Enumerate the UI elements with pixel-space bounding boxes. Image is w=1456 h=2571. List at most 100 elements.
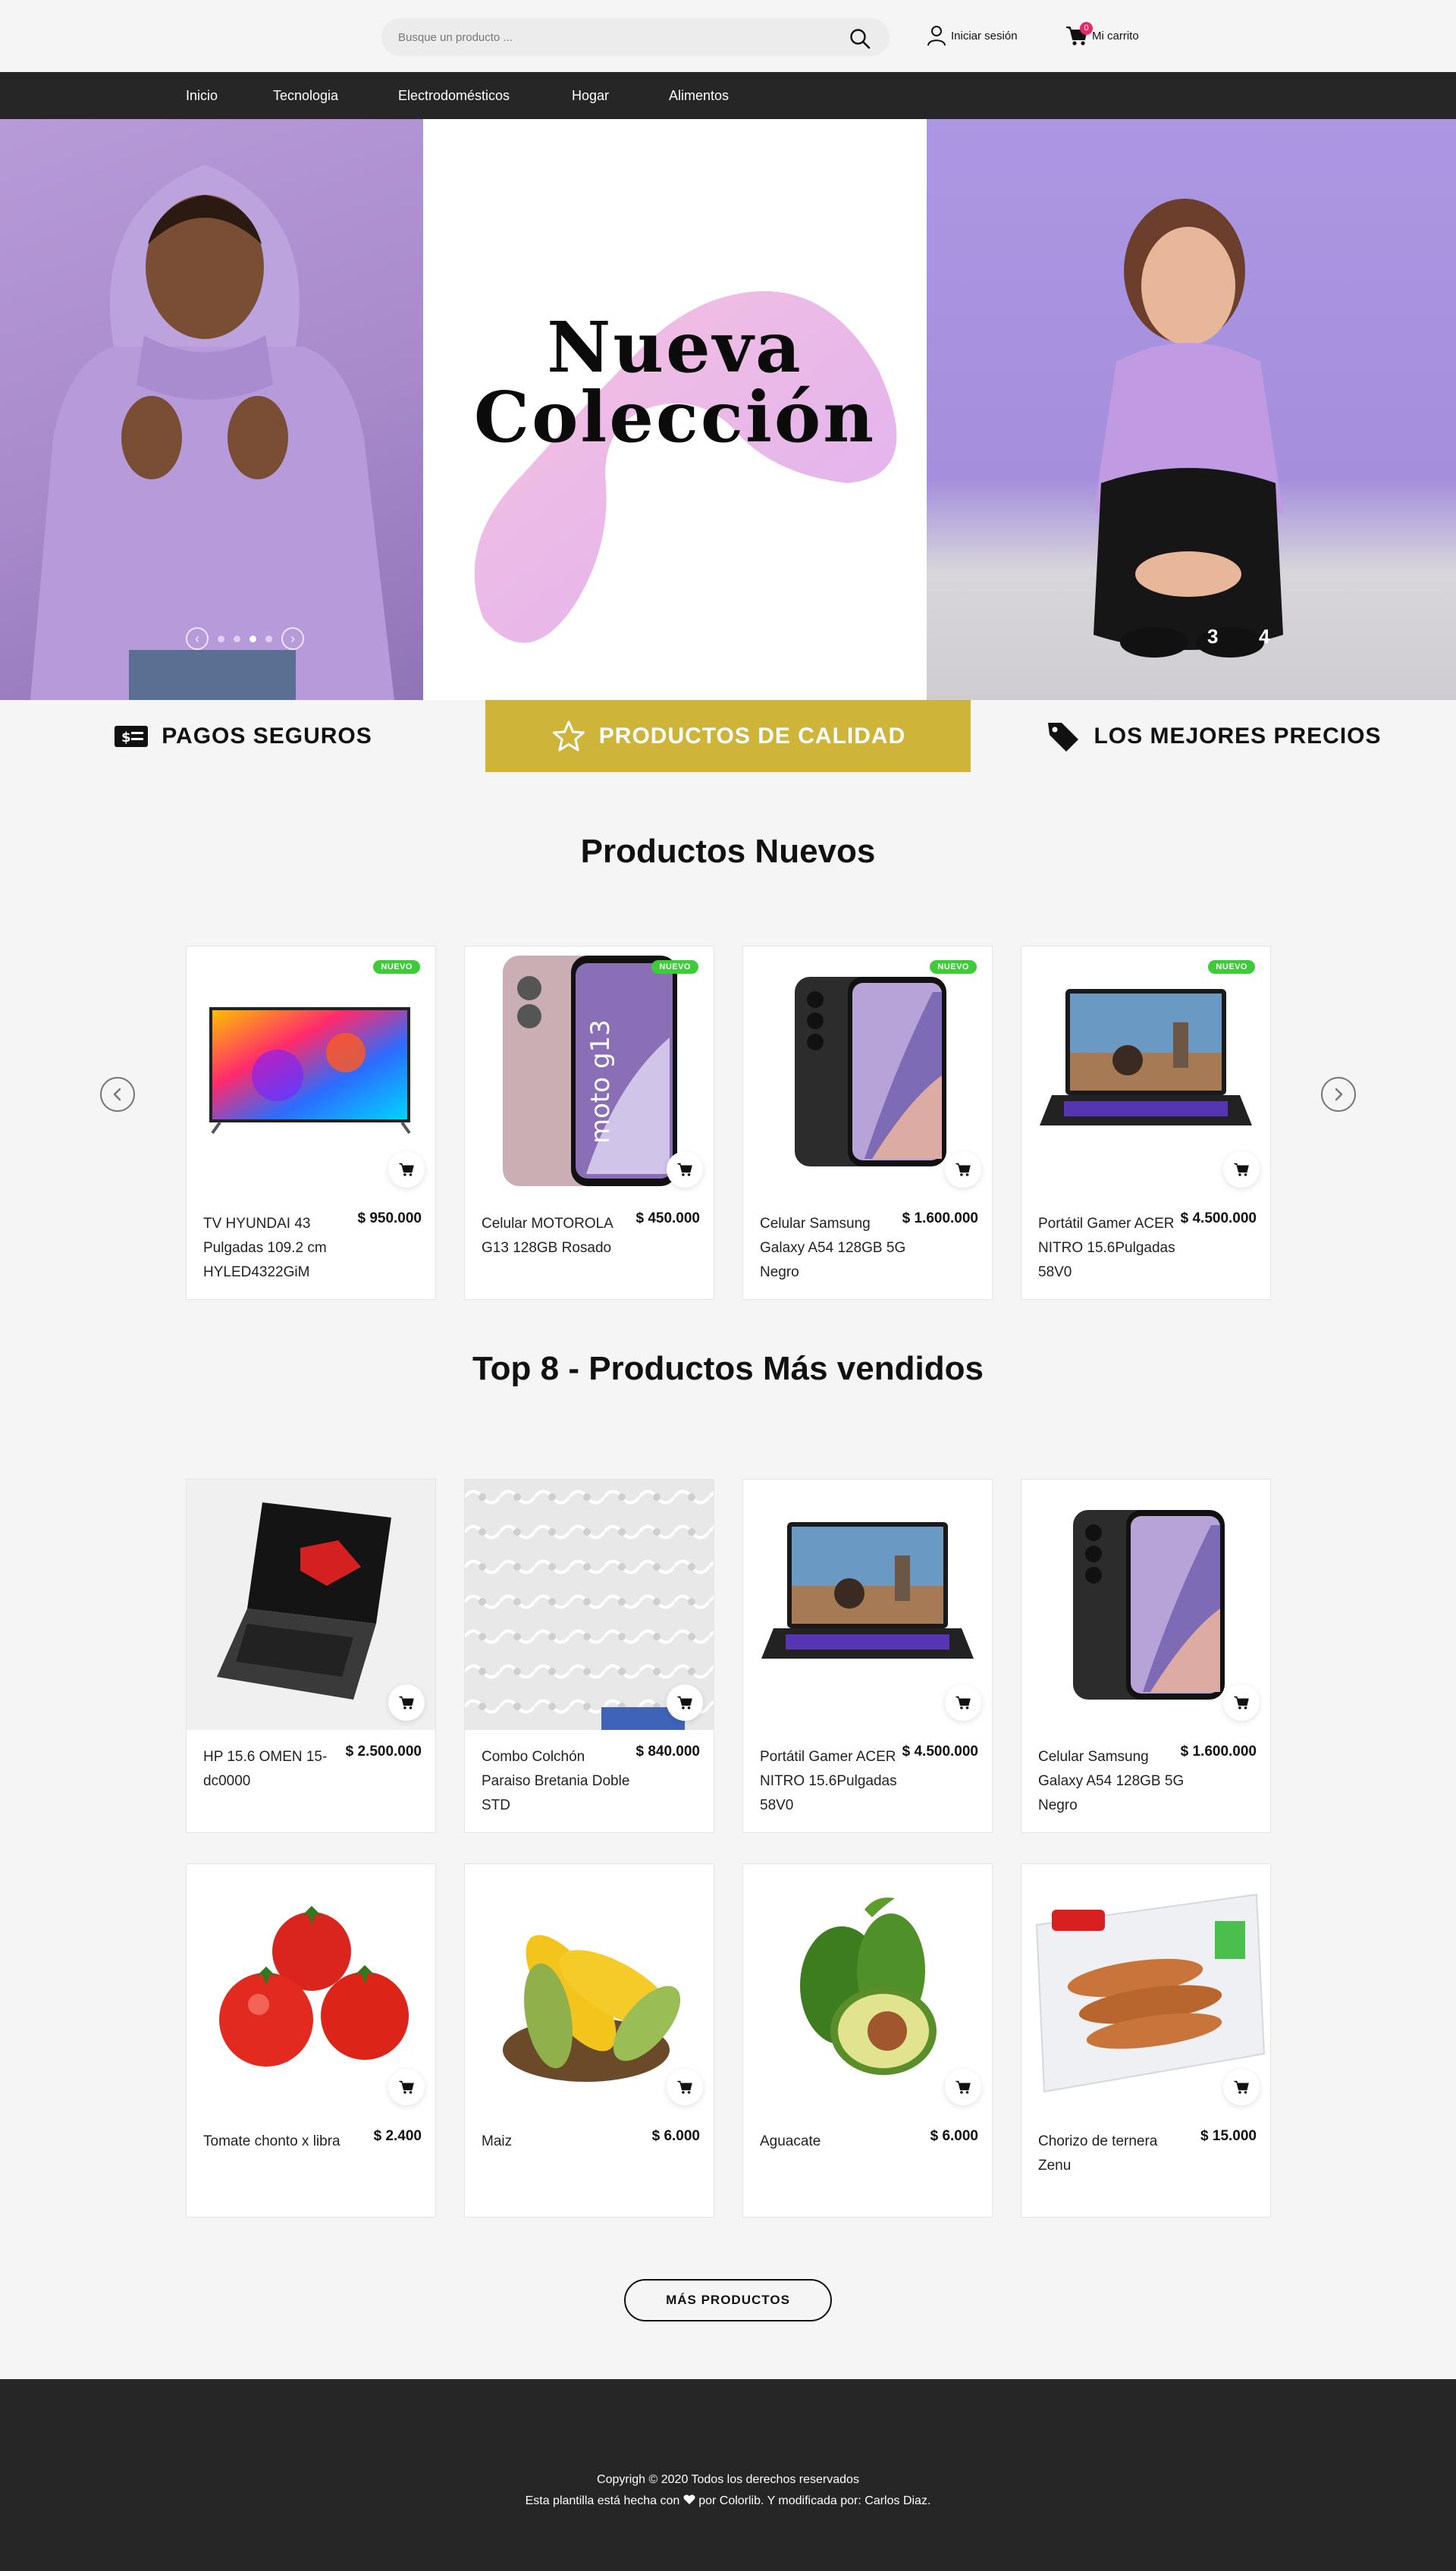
add-to-cart-button[interactable] [1223, 2069, 1260, 2105]
product-name[interactable]: Combo Colchón Paraiso Bretania Doble STD [482, 1745, 633, 1818]
nav-item-alimentos[interactable]: Alimentos [669, 72, 729, 119]
cart-link[interactable]: 0 Mi carrito [1065, 20, 1139, 51]
site-header: Iniciar sesión 0 Mi carrito [0, 0, 1456, 72]
site-footer: Copyrigh © 2020 Todos los derechos reser… [0, 2379, 1456, 2571]
footer-credits: Esta plantilla está hecha con por Colorl… [525, 2494, 931, 2507]
feature-best-prices: LOS MEJORES PRECIOS [971, 700, 1456, 772]
carousel-next-arrow[interactable] [1321, 1077, 1356, 1112]
new-badge: NUEVO [930, 960, 977, 974]
product-card[interactable]: Portátil Gamer ACER NITRO 15.6Pulgadas 5… [742, 1479, 993, 1833]
search-input[interactable] [398, 18, 838, 56]
add-to-cart-button[interactable] [945, 1151, 981, 1188]
new-badge: NUEVO [1208, 960, 1255, 974]
product-price: $ 840.000 [635, 1744, 700, 1760]
hero-dot-3[interactable] [249, 635, 256, 642]
product-name[interactable]: Aguacate [760, 2130, 912, 2154]
man-hoodie-illustration [30, 165, 394, 700]
product-card[interactable]: HP 15.6 OMEN 15-dc0000 $ 2.500.000 [186, 1479, 436, 1833]
product-name[interactable]: TV HYUNDAI 43 Pulgadas 109.2 cm HYLED432… [203, 1212, 355, 1285]
add-to-cart-button[interactable] [667, 1684, 703, 1721]
hero-slider: Nueva Colección 3 4 ‹ › [0, 119, 1456, 700]
add-to-cart-button[interactable] [388, 1684, 425, 1721]
product-price: $ 6.000 [930, 2128, 978, 2144]
add-to-cart-button[interactable] [388, 2069, 425, 2105]
product-name[interactable]: Maiz [482, 2130, 633, 2154]
svg-text:moto g13: moto g13 [585, 1019, 616, 1144]
product-price: $ 450.000 [635, 1210, 700, 1226]
product-card[interactable]: NUEVO Portátil Gamer ACER NITRO 15.6Pulg… [1021, 946, 1271, 1300]
product-price: $ 4.500.000 [1180, 1210, 1257, 1226]
cart-icon [399, 1696, 414, 1709]
product-name[interactable]: Celular Samsung Galaxy A54 128GB 5G Negr… [1038, 1745, 1190, 1818]
product-card[interactable]: moto g13 NUEVO Celular MOTOROLA G13 128G… [464, 946, 714, 1300]
hero-dot-2[interactable] [234, 635, 240, 642]
more-products-button[interactable]: MÁS PRODUCTOS [624, 2279, 832, 2321]
slide-number-4[interactable]: 4 [1259, 625, 1269, 648]
hero-prev-arrow[interactable]: ‹ [186, 627, 209, 650]
add-to-cart-button[interactable] [945, 2069, 981, 2105]
feature-secure-payments: $ PAGOS SEGUROS [0, 700, 485, 772]
cart-icon [677, 1163, 692, 1176]
product-card[interactable]: Combo Colchón Paraiso Bretania Doble STD… [464, 1479, 714, 1833]
hero-dot-4[interactable] [265, 635, 272, 642]
product-name[interactable]: Portátil Gamer ACER NITRO 15.6Pulgadas 5… [1038, 1212, 1190, 1285]
hero-title: Nueva Colección [473, 306, 877, 458]
nav-item-inicio[interactable]: Inicio [186, 72, 218, 119]
nav-item-hogar[interactable]: Hogar [572, 72, 609, 119]
slide-number-3[interactable]: 3 [1207, 625, 1218, 648]
cart-icon [399, 1163, 414, 1176]
cart-icon [1234, 1163, 1249, 1176]
nav-item-tecnologia[interactable]: Tecnologia [273, 72, 338, 119]
product-name[interactable]: Tomate chonto x libra [203, 2130, 355, 2154]
product-card[interactable]: NUEVO TV HYUNDAI 43 Pulgadas 109.2 cm HY… [186, 946, 436, 1300]
nav-item-electrodomesticos[interactable]: Electrodomésticos [398, 72, 510, 119]
add-to-cart-button[interactable] [388, 1151, 425, 1188]
login-label: Iniciar sesión [951, 29, 1018, 42]
money-bill-icon: $ [115, 725, 149, 747]
product-card[interactable]: Maiz $ 6.000 [464, 1863, 714, 2218]
cart-label: Mi carrito [1092, 29, 1139, 42]
add-to-cart-button[interactable] [667, 2069, 703, 2105]
top-products-title: Top 8 - Productos Más vendidos [472, 1350, 984, 1387]
cart-icon [399, 2080, 414, 2094]
product-price: $ 2.400 [373, 2128, 422, 2144]
product-name[interactable]: Celular MOTOROLA G13 128GB Rosado [482, 1212, 633, 1260]
cart-icon [956, 1696, 971, 1709]
product-price: $ 950.000 [357, 1210, 422, 1226]
woman-illustration [1094, 199, 1283, 658]
product-name[interactable]: HP 15.6 OMEN 15-dc0000 [203, 1745, 355, 1794]
search-bar [381, 18, 890, 56]
features-bar: $ PAGOS SEGUROS PRODUCTOS DE CALIDAD LOS… [0, 700, 1456, 772]
add-to-cart-button[interactable] [945, 1684, 981, 1721]
hero-next-arrow[interactable]: › [281, 627, 304, 650]
add-to-cart-button[interactable] [1223, 1151, 1260, 1188]
product-price: $ 4.500.000 [902, 1744, 978, 1760]
feature-quality-products: PRODUCTOS DE CALIDAD [485, 700, 971, 772]
carousel-prev-arrow[interactable] [100, 1077, 135, 1112]
add-to-cart-button[interactable] [667, 1151, 703, 1188]
cart-icon [677, 2080, 692, 2094]
cart-icon [956, 1163, 971, 1176]
product-card[interactable]: Tomate chonto x libra $ 2.400 [186, 1863, 436, 2218]
product-name[interactable]: Chorizo de ternera Zenu [1038, 2130, 1190, 2178]
star-icon [552, 720, 585, 751]
product-card[interactable]: Celular Samsung Galaxy A54 128GB 5G Negr… [1021, 1479, 1271, 1833]
product-price: $ 2.500.000 [345, 1744, 422, 1760]
product-card[interactable]: Chorizo de ternera Zenu $ 15.000 [1021, 1863, 1271, 2218]
search-icon[interactable] [849, 27, 871, 50]
hero-dot-1[interactable] [218, 635, 224, 642]
product-name[interactable]: Portátil Gamer ACER NITRO 15.6Pulgadas 5… [760, 1745, 912, 1818]
login-link[interactable]: Iniciar sesión [927, 20, 1018, 51]
product-card[interactable]: NUEVO Celular Samsung Galaxy A54 128GB 5… [742, 946, 993, 1300]
price-tag-icon [1048, 722, 1079, 752]
product-name[interactable]: Celular Samsung Galaxy A54 128GB 5G Negr… [760, 1212, 912, 1285]
cart-count-badge: 0 [1080, 22, 1093, 35]
add-to-cart-button[interactable] [1223, 1684, 1260, 1721]
hero-pagination: ‹ › [186, 627, 304, 650]
new-badge: NUEVO [651, 960, 698, 974]
product-price: $ 1.600.000 [902, 1210, 978, 1226]
product-card[interactable]: Aguacate $ 6.000 [742, 1863, 993, 2218]
main-nav: Inicio Tecnologia Electrodomésticos Hoga… [0, 72, 1456, 119]
cart-icon [1234, 1696, 1249, 1709]
hero-photo-man-hoodie [0, 119, 423, 700]
